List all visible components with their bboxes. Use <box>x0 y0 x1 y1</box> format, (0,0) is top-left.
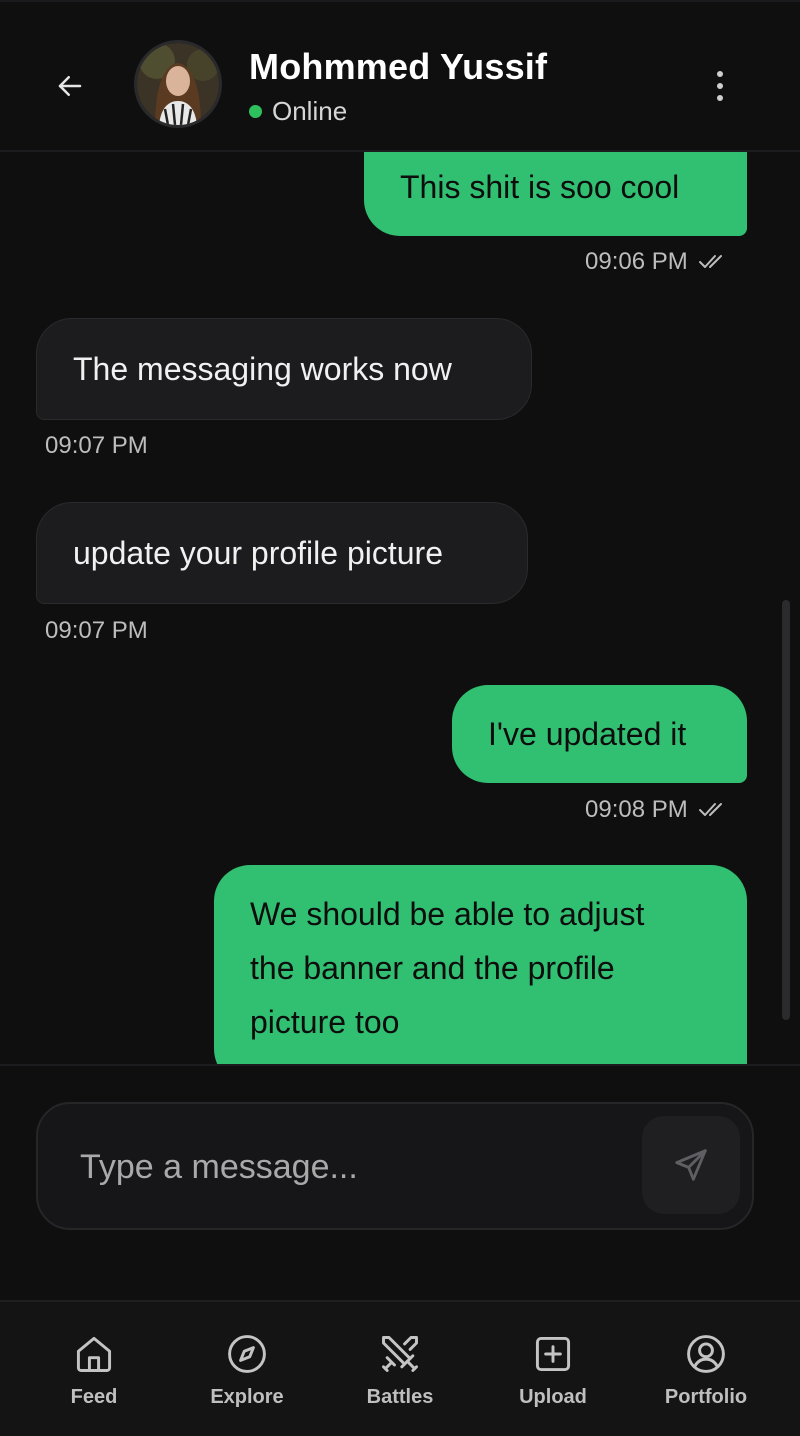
message-timestamp: 09:06 PM <box>585 248 728 276</box>
avatar-photo <box>137 43 219 125</box>
message-text-line: We should be able to adjust <box>250 896 645 932</box>
nav-item-battles[interactable]: Battles <box>330 1332 470 1422</box>
bottom-navigation: Feed Explore Battles Upload Portfolio <box>0 1300 800 1436</box>
message-text: This shit is soo cool <box>400 169 680 205</box>
nav-item-upload[interactable]: Upload <box>483 1332 623 1422</box>
online-dot-icon <box>249 105 262 118</box>
message-timestamp: 09:08 PM <box>585 796 728 824</box>
contact-name: Mohmmed Yussif <box>249 46 548 87</box>
online-status: Online <box>249 96 347 127</box>
nav-item-feed[interactable]: Feed <box>24 1332 164 1422</box>
avatar[interactable] <box>134 40 222 128</box>
message-list[interactable]: This shit is soo cool 09:06 PM The messa… <box>0 152 800 1064</box>
message-bubble-received[interactable]: The messaging works now <box>36 318 532 420</box>
composer-area <box>0 1064 800 1300</box>
message-bubble-received[interactable]: update your profile picture <box>36 502 528 604</box>
message-scrollbar[interactable] <box>782 600 790 1020</box>
message-text-line: the banner and the profile <box>250 950 615 986</box>
message-text: The messaging works now <box>73 351 452 387</box>
nav-item-portfolio[interactable]: Portfolio <box>636 1332 776 1422</box>
nav-item-explore[interactable]: Explore <box>177 1332 317 1422</box>
user-circle-icon <box>687 1335 725 1373</box>
more-options-button[interactable] <box>700 60 740 112</box>
back-button[interactable] <box>44 60 96 112</box>
message-bubble-sent[interactable]: This shit is soo cool <box>364 152 747 236</box>
nav-label: Battles <box>366 1386 434 1408</box>
status-label: Online <box>272 96 348 126</box>
nav-label: Feed <box>70 1386 118 1408</box>
arrow-left-icon <box>58 76 82 96</box>
plus-square-icon <box>535 1336 571 1372</box>
chat-header: Mohmmed Yussif Online <box>0 0 800 152</box>
nav-label: Explore <box>210 1386 284 1408</box>
home-icon <box>76 1336 112 1372</box>
double-check-icon <box>698 803 722 816</box>
send-button[interactable] <box>642 1116 740 1214</box>
crossed-swords-icon <box>382 1336 418 1372</box>
message-text-line: picture too <box>250 1004 400 1040</box>
send-icon <box>675 1149 707 1181</box>
message-bubble-sent[interactable]: I've updated it <box>452 685 747 783</box>
chat-screen: Mohmmed Yussif Online This shit is soo c… <box>0 0 800 1436</box>
nav-label: Upload <box>519 1386 587 1408</box>
message-bubble-sent[interactable]: We should be able to adjust the banner a… <box>214 865 747 1064</box>
message-timestamp: 09:07 PM <box>45 432 148 459</box>
message-timestamp: 09:07 PM <box>45 617 148 644</box>
message-composer <box>36 1102 754 1230</box>
nav-label: Portfolio <box>664 1386 748 1408</box>
compass-icon <box>228 1335 266 1373</box>
more-vertical-icon <box>717 71 723 77</box>
message-text: update your profile picture <box>73 535 443 571</box>
double-check-icon <box>698 255 722 268</box>
message-input[interactable] <box>78 1134 642 1200</box>
message-text: I've updated it <box>488 716 687 752</box>
